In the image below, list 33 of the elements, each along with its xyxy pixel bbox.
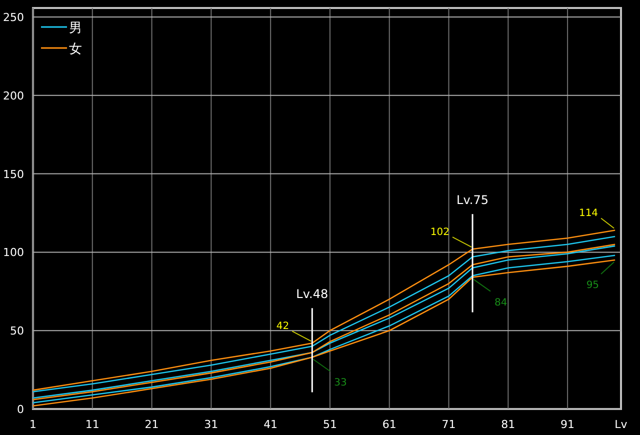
x-tick-label: 61 xyxy=(382,418,396,431)
level-label: Lv.75 xyxy=(456,193,488,208)
leader-line xyxy=(452,236,472,248)
y-tick-label: 200 xyxy=(3,89,24,102)
y-tick-label: 50 xyxy=(10,324,24,338)
max-value-label: 102 xyxy=(430,227,450,238)
min-value-label: 33 xyxy=(334,377,347,388)
legend-label: 女 xyxy=(69,42,82,57)
min-value-label: 84 xyxy=(494,297,508,308)
max-value-label: 42 xyxy=(276,321,290,332)
x-tick-label: 81 xyxy=(501,418,516,431)
leader-line xyxy=(600,218,615,229)
x-tick-label: 51 xyxy=(322,418,337,431)
x-tick-label: 41 xyxy=(264,418,278,431)
leader-line xyxy=(292,330,312,342)
y-tick-label: 250 xyxy=(3,11,24,24)
x-tick-label: 1 xyxy=(30,418,36,431)
leader-line xyxy=(312,358,331,372)
x-tick-label: 71 xyxy=(442,418,456,431)
min-value-label: 95 xyxy=(586,280,600,292)
max-value-label: 114 xyxy=(578,208,598,220)
x-tick-label: 11 xyxy=(85,418,100,431)
x-tick-label: 31 xyxy=(204,418,218,431)
level-label: Lv.48 xyxy=(296,287,328,302)
leader-line xyxy=(600,262,615,275)
y-tick-label: 150 xyxy=(3,168,24,181)
leader-line xyxy=(473,278,492,292)
y-tick-label: 0 xyxy=(17,403,24,416)
y-tick-label: 100 xyxy=(3,246,24,260)
x-tick-label: 91 xyxy=(560,418,575,431)
legend-label: 男 xyxy=(69,21,82,36)
x-axis-title: Lv xyxy=(614,418,628,431)
x-tick-label: 21 xyxy=(144,418,159,431)
